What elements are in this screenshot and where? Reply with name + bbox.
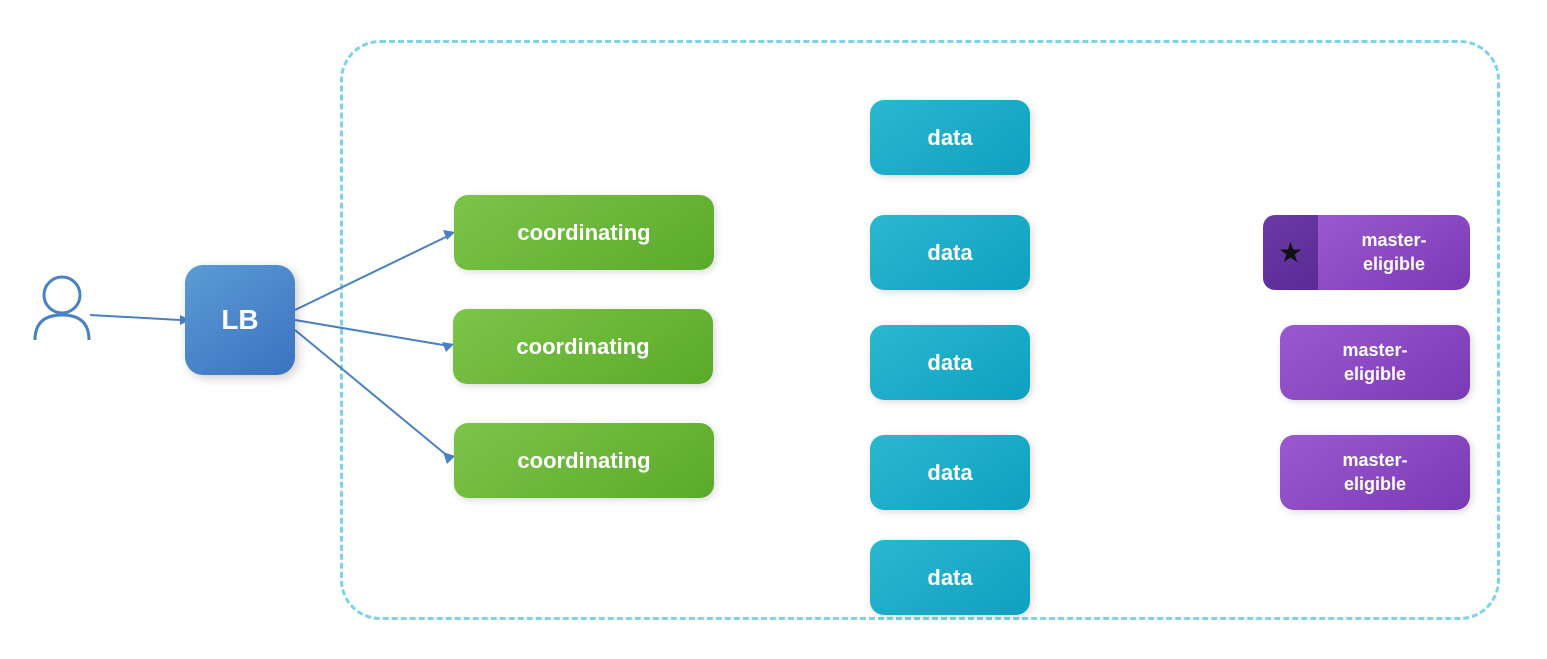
data-node-2: data	[870, 215, 1030, 290]
coordinating-label-1: coordinating	[517, 220, 650, 246]
coordinating-label-3: coordinating	[517, 448, 650, 474]
main-canvas: LB coordinating coordinating coordinatin…	[0, 0, 1547, 659]
data-label-3: data	[927, 350, 972, 376]
data-label-1: data	[927, 125, 972, 151]
coordinating-node-1: coordinating	[454, 195, 714, 270]
data-node-3: data	[870, 325, 1030, 400]
data-node-5: data	[870, 540, 1030, 615]
master-node-3: master-eligible	[1280, 435, 1470, 510]
lb-node: LB	[185, 265, 295, 375]
data-label-2: data	[927, 240, 972, 266]
coordinating-node-3: coordinating	[454, 423, 714, 498]
master-node-2: master-eligible	[1280, 325, 1470, 400]
master-star-icon: ★	[1263, 215, 1318, 290]
data-label-5: data	[927, 565, 972, 591]
data-node-1: data	[870, 100, 1030, 175]
master-label-1: master-eligible	[1361, 229, 1426, 276]
lb-label: LB	[221, 304, 258, 336]
coordinating-node-2: coordinating	[453, 309, 713, 384]
data-label-4: data	[927, 460, 972, 486]
data-node-4: data	[870, 435, 1030, 510]
master-label-3: master-eligible	[1342, 449, 1407, 496]
coordinating-label-2: coordinating	[516, 334, 649, 360]
master-label-2: master-eligible	[1342, 339, 1407, 386]
master-node-1: master-eligible	[1318, 215, 1470, 290]
